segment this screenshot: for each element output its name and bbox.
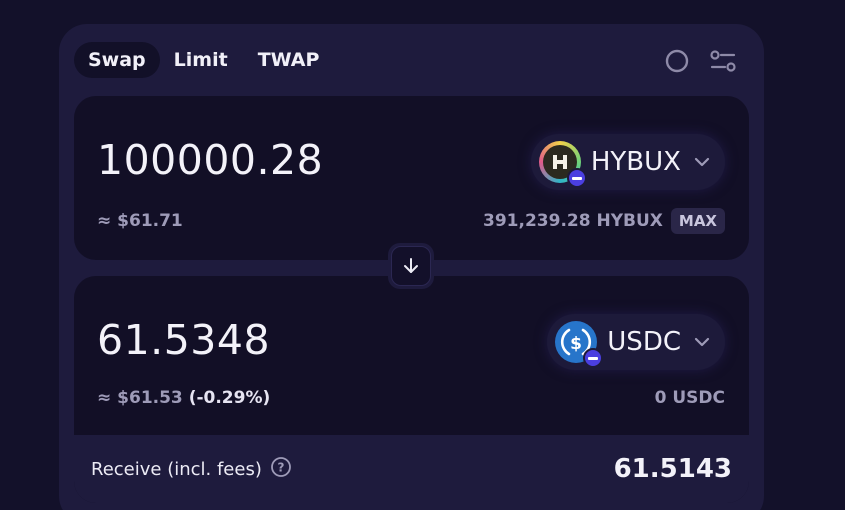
sell-panel: 100000.28 ≈ $61.71 HYBUX 391,239.28 HYBU… [74,96,749,260]
svg-text:?: ? [277,460,284,474]
buy-token-selector[interactable]: $ USDC [547,314,725,370]
buy-usd-amount: ≈ $61.53 [97,388,183,408]
max-button[interactable]: MAX [670,208,725,234]
switch-tokens-button[interactable] [388,243,434,289]
buy-token-symbol: USDC [607,327,681,357]
buy-balance: 0 USDC [655,388,725,408]
price-impact: (-0.29%) [188,388,271,408]
sell-token-selector[interactable]: HYBUX [530,134,725,190]
network-badge-icon [583,348,604,368]
chevron-down-icon [693,153,711,172]
network-badge-icon [566,168,587,188]
usdc-token-logo: $ [555,321,604,368]
svg-text:$: $ [570,334,582,354]
sell-balance: 391,239.28 HYBUX MAX [483,208,725,234]
help-question-icon[interactable]: ? [270,456,292,483]
tab-swap[interactable]: Swap [74,42,160,78]
refresh-timer-icon[interactable] [662,46,692,76]
tab-twap[interactable]: TWAP [244,42,334,78]
sell-token-symbol: HYBUX [590,147,681,177]
card-toolbar [662,46,738,76]
receive-row: Receive (incl. fees) ? 61.5143 [74,435,749,503]
swap-mode-tabs: Swap Limit TWAP [74,42,333,78]
swap-card: Swap Limit TWAP 100000.28 ≈ $61.71 HYBUX… [59,24,764,510]
settings-sliders-icon[interactable] [708,46,738,76]
chevron-down-icon [693,333,711,352]
sell-amount-input[interactable]: 100000.28 [97,136,323,184]
receive-label-group: Receive (incl. fees) ? [91,456,292,483]
receive-amount: 61.5143 [613,454,732,484]
tab-limit[interactable]: Limit [160,42,244,78]
buy-usd-value: ≈ $61.53 (-0.29%) [97,388,270,408]
buy-balance-text: 0 USDC [654,388,725,408]
arrow-down-icon [391,246,431,286]
buy-panel: 61.5348 ≈ $61.53 (-0.29%) $ USDC 0 USDC [74,276,749,503]
receive-label: Receive (incl. fees) [91,458,262,480]
hybux-token-logo [538,141,587,188]
buy-amount-output[interactable]: 61.5348 [97,316,270,364]
sell-balance-text: 391,239.28 HYBUX [483,211,663,231]
sell-usd-value: ≈ $61.71 [97,211,183,231]
